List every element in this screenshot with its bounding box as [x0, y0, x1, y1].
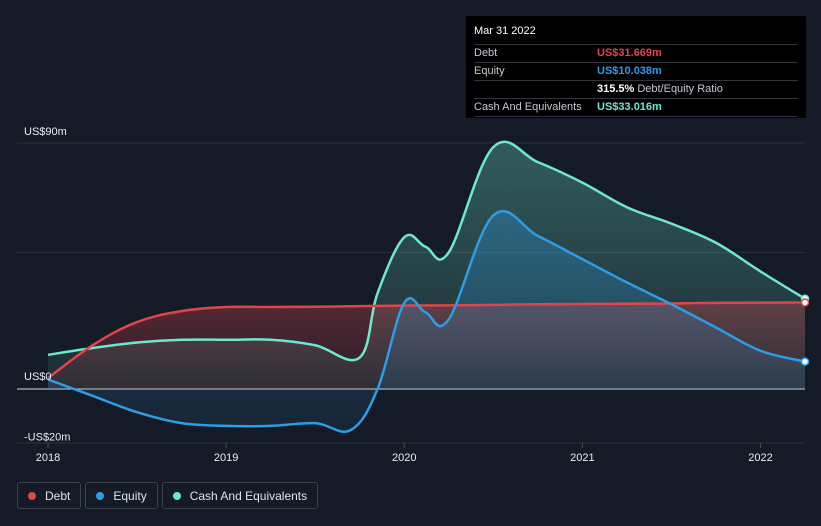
tooltip-debt-value: US$31.669m — [597, 47, 662, 59]
legend-cash-dot — [172, 491, 181, 500]
legend-equity-dot — [96, 491, 105, 500]
tooltip-ratio-label: Debt/Equity Ratio — [637, 83, 723, 95]
tooltip-debt-row: Debt US$31.669m — [474, 44, 798, 62]
tooltip-debt-label: Debt — [474, 47, 498, 59]
chart-areas — [48, 141, 805, 432]
x-axis-label: 2021 — [570, 452, 594, 464]
tooltip-cash-value: US$33.016m — [597, 101, 662, 113]
y-axis-label: -US$20m — [24, 432, 70, 444]
tooltip-equity-value: US$10.038m — [597, 65, 662, 77]
x-axis-label: 2020 — [392, 452, 416, 464]
tooltip-equity-label: Equity — [474, 65, 505, 77]
x-axis-label: 2019 — [214, 452, 238, 464]
tooltip-ratio-row: 315.5% Debt/Equity Ratio — [474, 80, 798, 98]
legend-cash-label: Cash And Equivalents — [189, 488, 308, 503]
tooltip-equity-row: Equity US$10.038m — [474, 62, 798, 80]
data-tooltip: Mar 31 2022 Debt US$31.669m Equity US$10… — [466, 16, 806, 118]
y-axis-label: US$90m — [24, 126, 67, 138]
tooltip-ratio-value: 315.5% — [597, 83, 635, 95]
legend-debt-dot — [28, 491, 36, 500]
legend-cash[interactable]: Cash And Equivalents — [161, 482, 319, 509]
x-axis-label: 2018 — [36, 452, 60, 464]
tooltip-cash-label: Cash And Equivalents — [474, 101, 582, 113]
x-axis-labels: 2018 2019 2020 2021 2022 — [36, 452, 773, 464]
x-axis-label: 2022 — [748, 452, 772, 464]
legend-debt-label: Debt — [45, 488, 71, 503]
y-axis-label: US$0 — [24, 371, 52, 383]
tooltip-cash-row: Cash And Equivalents US$33.016m — [474, 98, 798, 117]
chart-legend: Debt Equity Cash And Equivalents — [17, 482, 319, 509]
legend-debt[interactable]: Debt — [17, 482, 82, 509]
equity-end-marker — [800, 357, 810, 366]
tooltip-date: Mar 31 2022 — [474, 25, 536, 37]
debt-end-marker — [800, 298, 810, 307]
legend-equity-label: Equity — [113, 488, 147, 503]
y-axis-labels: US$90m US$0 -US$20m — [24, 126, 70, 444]
legend-equity[interactable]: Equity — [85, 482, 158, 509]
